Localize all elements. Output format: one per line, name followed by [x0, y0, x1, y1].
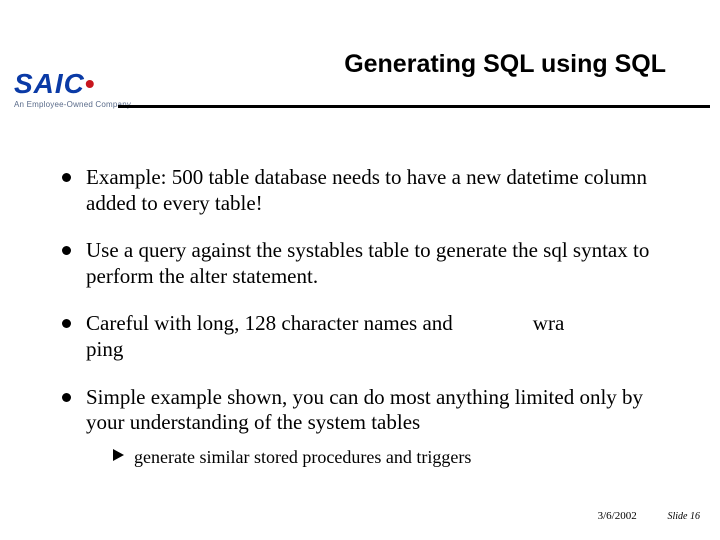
list-item: Use a query against the systables table …	[60, 238, 675, 289]
list-item: Example: 500 table database needs to hav…	[60, 165, 675, 216]
list-item: Careful with long, 128 character names a…	[60, 311, 675, 362]
horizontal-rule	[118, 105, 710, 108]
arrow-icon	[112, 448, 126, 462]
bullet-text: Example: 500 table database needs to hav…	[86, 165, 647, 215]
sub-list-item: generate similar stored procedures and t…	[114, 446, 675, 469]
bullet-list: Example: 500 table database needs to hav…	[60, 165, 675, 468]
bullet-text-frag: Careful with long, 128 character names a…	[86, 311, 453, 335]
page-title: Generating SQL using SQL	[344, 50, 666, 79]
logo-accent-dot: •	[85, 68, 96, 99]
bullet-text: Use a query against the systables table …	[86, 238, 649, 288]
slide: Generating SQL using SQL SAIC• An Employ…	[0, 0, 720, 540]
footer: 3/6/2002 Slide 16	[598, 510, 700, 522]
sub-list: generate similar stored procedures and t…	[86, 446, 675, 469]
logo-tagline: An Employee-Owned Company	[14, 100, 131, 109]
sub-bullet-text: generate similar stored procedures and t…	[134, 447, 471, 467]
content-area: Example: 500 table database needs to hav…	[60, 165, 675, 490]
logo-main: SAIC	[14, 68, 85, 99]
bullet-text-frag: ping	[86, 337, 123, 361]
footer-slide-number: Slide 16	[668, 511, 701, 522]
footer-date: 3/6/2002	[598, 510, 637, 522]
logo: SAIC• An Employee-Owned Company	[14, 70, 131, 109]
logo-text: SAIC•	[14, 70, 131, 98]
bullet-text: Simple example shown, you can do most an…	[86, 385, 643, 435]
list-item: Simple example shown, you can do most an…	[60, 385, 675, 469]
bullet-text-frag: wra	[533, 311, 564, 335]
